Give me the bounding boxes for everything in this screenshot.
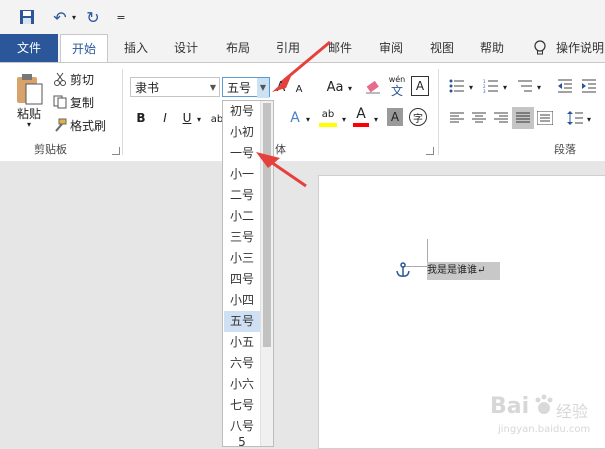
watermark-brand: Bai [490,394,530,419]
watermark-url: jingyan.baidu.com [498,424,591,435]
watermark-brand-2: 经验 [556,402,589,421]
baidu-watermark: Bai 经验 jingyan.baidu.com [490,392,605,447]
arrow-to-size-dropdown [272,40,331,92]
annotation-arrows [256,40,331,188]
paw-icon [534,394,554,416]
arrow-to-yihao-option [256,152,307,188]
